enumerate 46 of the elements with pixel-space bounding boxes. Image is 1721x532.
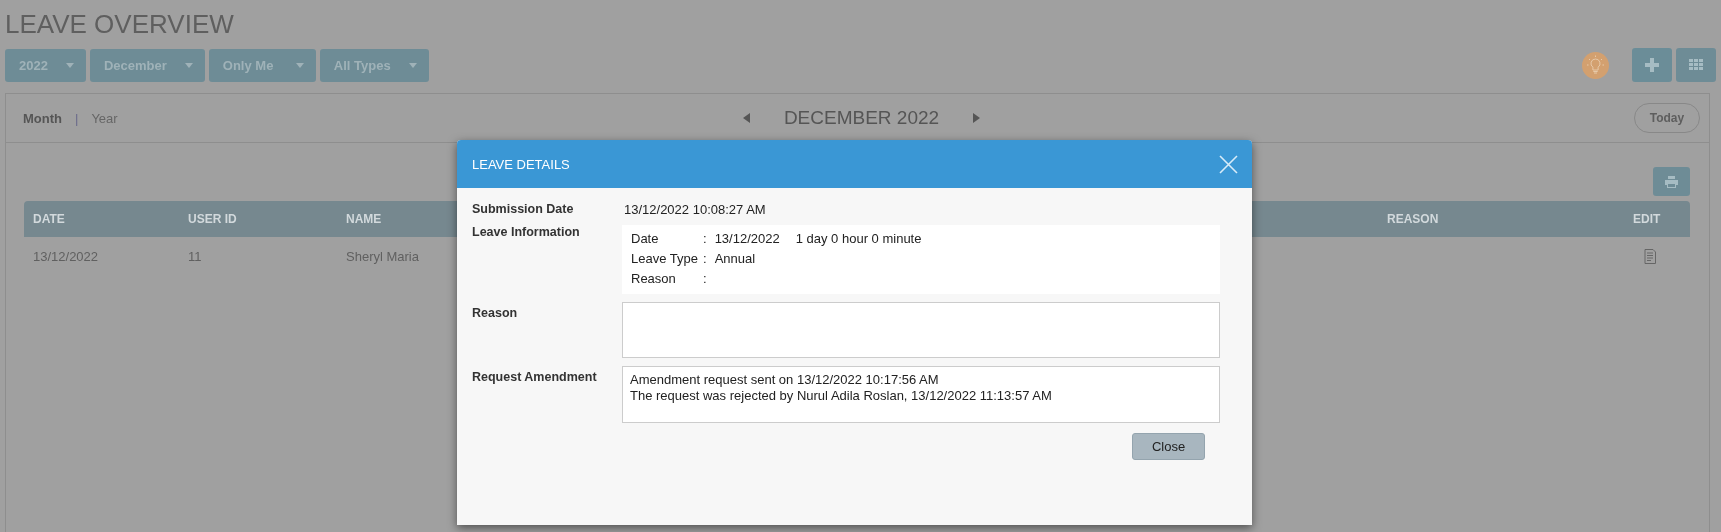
column-header: EDIT: [1633, 212, 1661, 226]
column-header: NAME: [346, 212, 382, 226]
printer-icon: [1665, 175, 1678, 188]
info-label: Reason: [631, 271, 677, 286]
caret-icon: [295, 62, 304, 68]
print-button[interactable]: [1653, 167, 1690, 196]
column-header: REASON: [1387, 212, 1439, 226]
info-label: Leave Type: [631, 251, 699, 266]
info-value: 13/12/2022: [714, 231, 780, 246]
table-cell: 13/12/2022: [33, 248, 99, 264]
grid-view-button[interactable]: [1676, 48, 1716, 82]
dialog-title: LEAVE DETAILS: [472, 156, 570, 172]
view-tab[interactable]: Month: [23, 110, 62, 126]
lightbulb-icon[interactable]: [1582, 51, 1609, 79]
view-tab[interactable]: Year: [91, 110, 118, 126]
close-icon[interactable]: [1219, 154, 1238, 174]
field-label: Submission Date: [472, 202, 575, 217]
info-value: 1 day 0 hour 0 minute: [795, 231, 922, 246]
field-label: Leave Information: [472, 225, 581, 241]
next-icon[interactable]: [973, 113, 981, 123]
document-icon[interactable]: [1644, 248, 1656, 264]
column-header: USER ID: [188, 212, 237, 226]
add-button[interactable]: [1632, 48, 1672, 82]
table-cell: Sheryl Maria: [346, 248, 419, 264]
grid-icon: [1689, 59, 1703, 71]
period-title: DECEMBER 2022: [783, 107, 940, 129]
submission-date: 13/12/2022 10:08:27 AM: [623, 202, 767, 217]
caret-icon: [184, 62, 193, 68]
field-label: Request Amendment: [472, 370, 598, 386]
plus-icon: [1645, 58, 1659, 72]
close-button[interactable]: Close: [1132, 433, 1205, 460]
tab-separator: |: [75, 110, 79, 126]
caret-icon: [408, 62, 417, 68]
amendment-field[interactable]: Amendment request sent on 13/12/2022 10:17:56 AM The request was rejected by Nurul Adila Roslan, 13/12/2022 11:13:57 AM: [622, 366, 1220, 423]
info-colon: :: [703, 231, 707, 246]
info-colon: :: [703, 271, 707, 286]
field-label: Reason: [472, 306, 519, 322]
caret-icon: [65, 62, 74, 68]
info-label: Date: [631, 231, 660, 246]
info-value: Annual: [714, 251, 756, 266]
table-cell: 11: [188, 248, 202, 264]
reason-field[interactable]: [622, 302, 1220, 358]
info-colon: :: [703, 251, 707, 266]
column-header: DATE: [33, 212, 65, 226]
previous-icon[interactable]: [742, 113, 750, 123]
page-title: LEAVE OVERVIEW: [5, 8, 235, 40]
